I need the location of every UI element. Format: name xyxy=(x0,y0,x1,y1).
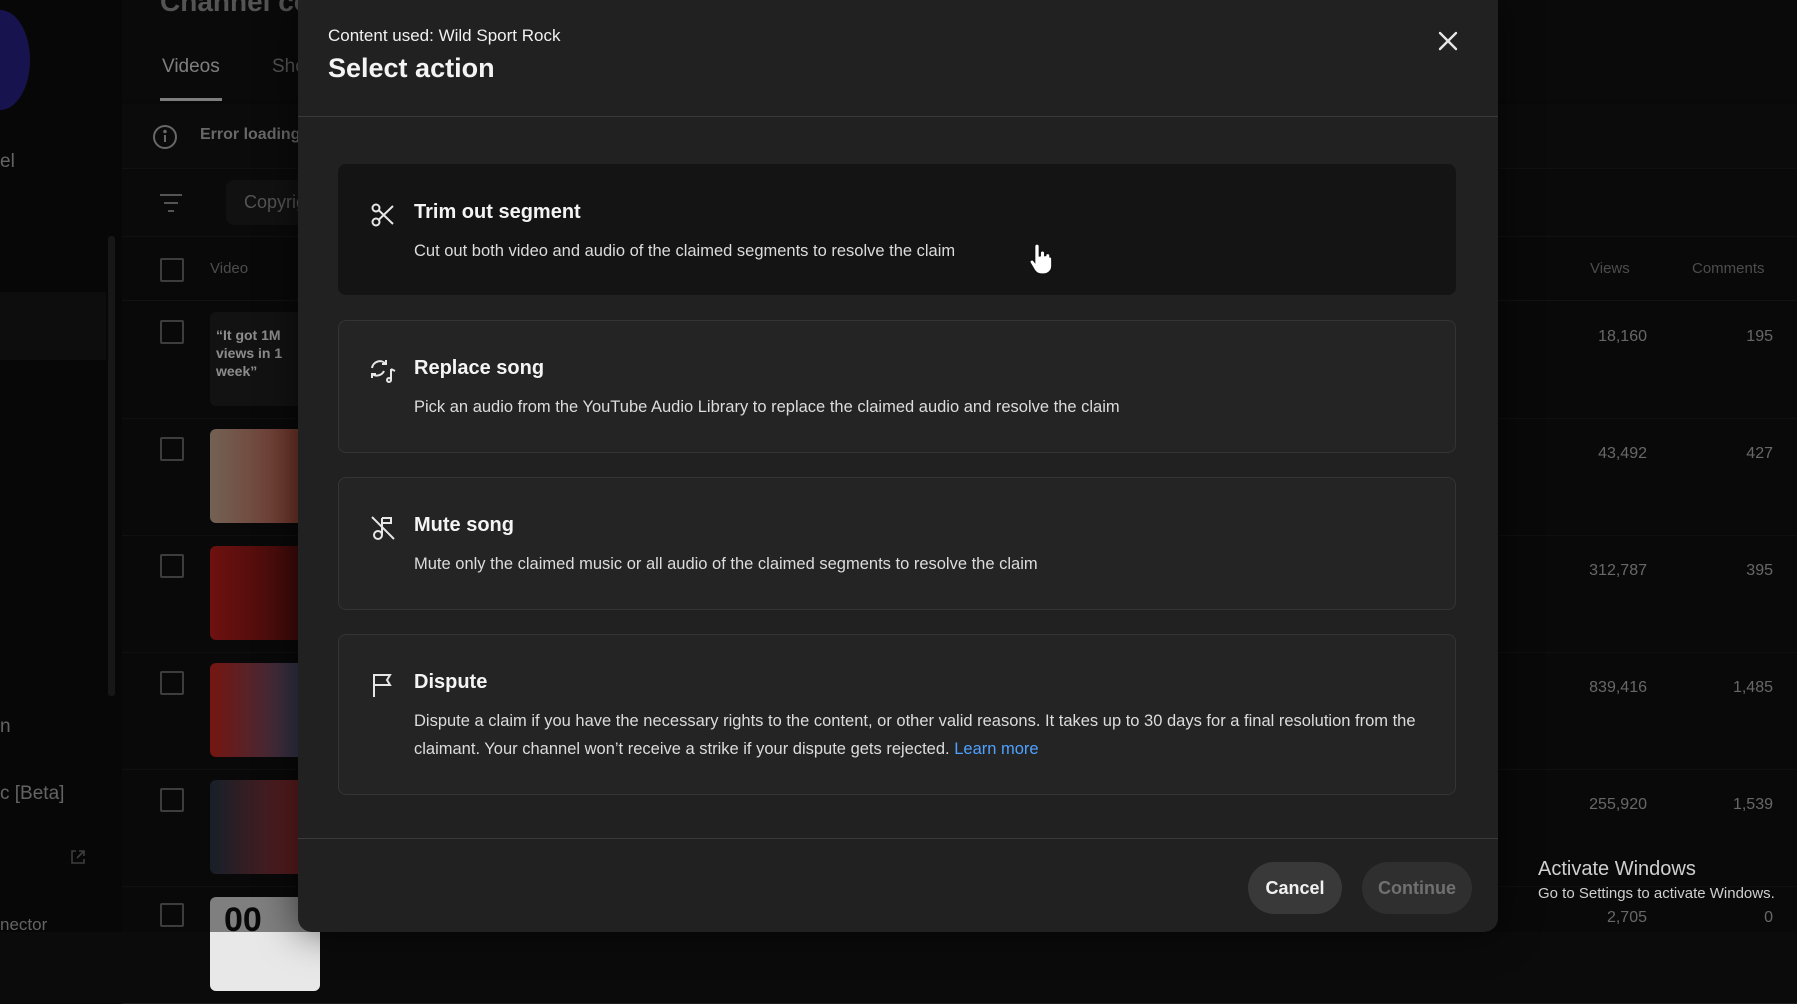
option-title: Mute song xyxy=(414,514,514,536)
close-icon[interactable] xyxy=(1431,24,1465,58)
header-divider xyxy=(298,116,1498,117)
flag-icon xyxy=(373,674,392,697)
option-replace-song[interactable]: Replace song Pick an audio from the YouT… xyxy=(338,320,1456,453)
dialog-title: Select action xyxy=(328,53,495,83)
option-description: Pick an audio from the YouTube Audio Lib… xyxy=(414,398,1120,416)
mute-music-icon xyxy=(371,516,395,540)
cancel-button[interactable]: Cancel xyxy=(1248,862,1342,914)
option-title: Trim out segment xyxy=(414,201,581,223)
watermark-subtitle: Go to Settings to activate Windows. xyxy=(1538,885,1775,902)
learn-more-link[interactable]: Learn more xyxy=(954,740,1038,758)
dispute-description-text: Dispute a claim if you have the necessar… xyxy=(414,712,1416,758)
option-title: Dispute xyxy=(414,671,488,693)
content-used-label: Content used: Wild Sport Rock xyxy=(328,26,561,45)
scissors-icon xyxy=(371,203,394,227)
option-title: Replace song xyxy=(414,357,545,379)
footer-divider xyxy=(298,838,1498,839)
option-trim-out-segment[interactable]: Trim out segment Cut out both video and … xyxy=(338,164,1456,295)
select-action-dialog: Content used: Wild Sport Rock Select act… xyxy=(298,0,1498,932)
continue-button[interactable]: Continue xyxy=(1362,862,1472,914)
option-dispute[interactable]: Dispute Dispute a claim if you have the … xyxy=(338,634,1456,795)
option-description: Dispute a claim if you have the necessar… xyxy=(414,707,1424,763)
option-description: Mute only the claimed music or all audio… xyxy=(414,555,1038,573)
option-mute-song[interactable]: Mute song Mute only the claimed music or… xyxy=(338,477,1456,610)
windows-activation-watermark: Activate Windows Go to Settings to activ… xyxy=(1538,858,1775,902)
watermark-title: Activate Windows xyxy=(1538,858,1696,880)
option-description: Cut out both video and audio of the clai… xyxy=(414,242,956,260)
replace-song-icon xyxy=(371,360,396,383)
hand-cursor-icon xyxy=(1029,243,1053,275)
